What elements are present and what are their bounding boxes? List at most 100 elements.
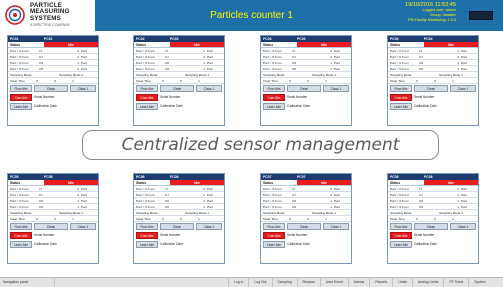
status-label: Status [134, 180, 170, 185]
com-alarm-button[interactable]: Com Alm [390, 94, 412, 101]
clean-button[interactable]: Clean [287, 223, 321, 230]
menu-item-alarms[interactable]: Alarms [347, 278, 370, 287]
menu-item-analog-limits[interactable]: Analog Limits [411, 278, 443, 287]
menu-item-pf-trend[interactable]: PF Trend [443, 278, 468, 287]
class-button[interactable]: Class 1 [70, 85, 96, 92]
particle-size: Part > 0.5 um [263, 199, 282, 203]
sampling-mode-value: Sampling Mode 1 [58, 211, 84, 215]
class-button[interactable]: Class 1 [196, 85, 222, 92]
header-info: 19/10/2016 11:53:45 Logged user: admin G… [405, 2, 456, 22]
com-alarm-button[interactable]: Com Alm [10, 232, 32, 239]
particle-unit: Part [334, 67, 340, 71]
sensor-panel[interactable]: PC08 PC08 Status Idle Part > 0.3 um c7 2… [387, 173, 479, 264]
flow-alarm-button[interactable]: Flow Alm [263, 85, 285, 92]
class-button[interactable]: Class 1 [196, 223, 222, 230]
serial-number-label: Serial Number [414, 95, 435, 99]
sensor-panel[interactable]: PC04 PC04 Status Idle Part > 0.3 um c7 2… [387, 35, 479, 126]
class-button[interactable]: Class 1 [323, 85, 349, 92]
sensor-panel[interactable]: PC03 PC03 Status Idle Part > 0.3 um c7 2… [260, 35, 352, 126]
com-alarm-button[interactable]: Com Alm [263, 232, 285, 239]
serial-number-label: Serial Number [160, 233, 181, 237]
class-button[interactable]: Class 1 [323, 223, 349, 230]
sensor-panel[interactable]: PC05 PC05 Status Idle Part > 0.3 um c7 2… [7, 173, 99, 264]
particle-count: 1 [457, 199, 459, 203]
menu-item-system[interactable]: System [468, 278, 490, 287]
particle-unit: Part [81, 49, 87, 53]
sampling-mode-label: Sampling Mode [263, 211, 285, 215]
particle-unit: Part [207, 61, 213, 65]
menu-item-user-event[interactable]: User Event [319, 278, 348, 287]
particle-class: c7 [419, 49, 423, 53]
particle-unit: Part [207, 55, 213, 59]
flow-alarm-button[interactable]: Flow Alm [10, 85, 32, 92]
flow-alarm-button[interactable]: Flow Alm [136, 223, 158, 230]
com-alarm-button[interactable]: Com Alm [136, 94, 158, 101]
com-alarm-button[interactable]: Com Alm [263, 94, 285, 101]
navigation-panel-button[interactable]: Navigation panel [0, 278, 55, 287]
panel-button-row: Laser Alm Calibration Date [134, 240, 224, 249]
clean-button[interactable]: Clean [414, 223, 448, 230]
sensor-panel[interactable]: PC06 PC06 Status Idle Part > 0.3 um c7 2… [133, 173, 225, 264]
status-badge: Idle [170, 180, 224, 185]
particle-class: C8 [419, 67, 423, 71]
clear-time-label: Clear Time [136, 217, 151, 221]
flow-alarm-button[interactable]: Flow Alm [263, 223, 285, 230]
laser-alarm-button[interactable]: Laser Alm [390, 241, 412, 248]
menu-item-recipes[interactable]: Recipes [296, 278, 320, 287]
sensor-panel[interactable]: PC07 PC07 Status Idle Part > 0.3 um c7 2… [260, 173, 352, 264]
class-button[interactable]: Class 1 [450, 223, 476, 230]
laser-alarm-button[interactable]: Laser Alm [136, 103, 158, 110]
particle-size: Part > 0.5 um [136, 199, 155, 203]
panel-button-row: Flow Alm Clean Class 1 [8, 222, 98, 231]
particle-size: Part > 0.5 um [136, 61, 155, 65]
particle-unit: Part [334, 193, 340, 197]
particle-unit: Part [81, 55, 87, 59]
menu-item-limits[interactable]: Limits [392, 278, 412, 287]
com-alarm-button[interactable]: Com Alm [10, 94, 32, 101]
clear-time-number: 1 [198, 217, 200, 221]
sensor-panel[interactable]: PC01 PC01 Status Idle Part > 0.3 um c7 2… [7, 35, 99, 126]
particle-unit: Part [461, 49, 467, 53]
laser-alarm-button[interactable]: Laser Alm [390, 103, 412, 110]
panel-button-row: Com Alm Serial Number [8, 93, 98, 102]
clear-time-value: 0 [36, 79, 38, 83]
particle-unit: Part [461, 193, 467, 197]
particle-count: 1 [203, 199, 205, 203]
laser-alarm-button[interactable]: Laser Alm [10, 103, 32, 110]
clean-button[interactable]: Clean [414, 85, 448, 92]
com-alarm-button[interactable]: Com Alm [136, 232, 158, 239]
menu-item-reports[interactable]: Reports [369, 278, 392, 287]
particle-size: Part > 5.0 um [136, 193, 155, 197]
flow-alarm-button[interactable]: Flow Alm [390, 223, 412, 230]
clean-button[interactable]: Clean [34, 223, 68, 230]
particle-count: 2 [203, 193, 205, 197]
particle-unit: Part [207, 67, 213, 71]
flow-alarm-button[interactable]: Flow Alm [136, 85, 158, 92]
menu-item-log-in[interactable]: Log In [228, 278, 248, 287]
clean-button[interactable]: Clean [160, 223, 194, 230]
clear-time-number: 1 [72, 217, 74, 221]
flow-alarm-button[interactable]: Flow Alm [10, 223, 32, 230]
clean-button[interactable]: Clean [287, 85, 321, 92]
class-button[interactable]: Class 1 [450, 85, 476, 92]
laser-alarm-button[interactable]: Laser Alm [136, 241, 158, 248]
header-menu-button[interactable] [469, 11, 493, 20]
menu-item-log-out[interactable]: Log Out [248, 278, 271, 287]
particle-class: C7 [165, 55, 169, 59]
laser-alarm-button[interactable]: Laser Alm [10, 241, 32, 248]
status-label: Status [388, 42, 424, 47]
laser-alarm-button[interactable]: Laser Alm [263, 103, 285, 110]
clear-time-value: 0 [162, 217, 164, 221]
clean-button[interactable]: Clean [160, 85, 194, 92]
clear-time-number: 1 [72, 79, 74, 83]
particle-unit: Part [207, 49, 213, 53]
clean-button[interactable]: Clean [34, 85, 68, 92]
clear-time-value: 0 [36, 217, 38, 221]
bottom-menu: Log In Log Out Sampling Recipes User Event Al… [228, 278, 491, 287]
class-button[interactable]: Class 1 [70, 223, 96, 230]
sensor-panel[interactable]: PC02 PC02 Status Idle Part > 0.3 um c7 2… [133, 35, 225, 126]
laser-alarm-button[interactable]: Laser Alm [263, 241, 285, 248]
flow-alarm-button[interactable]: Flow Alm [390, 85, 412, 92]
com-alarm-button[interactable]: Com Alm [390, 232, 412, 239]
menu-item-sampling[interactable]: Sampling [271, 278, 297, 287]
